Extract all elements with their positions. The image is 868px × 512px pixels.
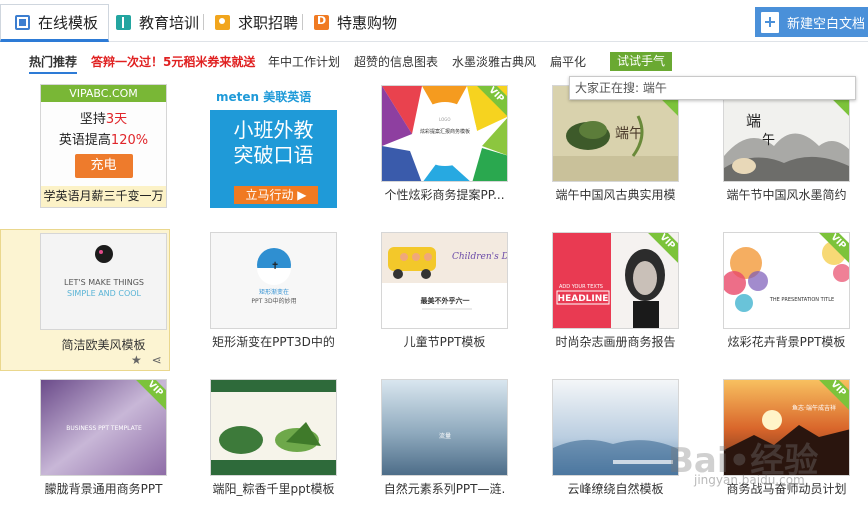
tab-jobs[interactable]: 求职招聘 bbox=[215, 6, 298, 38]
tab-label: 在线模板 bbox=[38, 13, 99, 32]
thumb-text: PPT 3D中的妙用 bbox=[251, 297, 296, 305]
tab-shopping[interactable]: 特惠购物 bbox=[314, 6, 397, 38]
tab-education[interactable]: 教育培训 bbox=[116, 6, 199, 38]
template-caption: 自然元素系列PPT—涟. bbox=[383, 482, 506, 496]
ad-headline-1: 小班外教 bbox=[233, 118, 314, 142]
svg-text:✝: ✝ bbox=[271, 261, 279, 272]
new-document-icon bbox=[761, 11, 779, 33]
thumb-text: 矩形渐变在 bbox=[259, 288, 289, 296]
new-blank-label: 新建空白文档 bbox=[787, 16, 866, 32]
template-thumbnail[interactable]: BUSINESS PPT TEMPLATE VIP bbox=[40, 379, 167, 476]
template-card[interactable]: 端午 VIP 端午中国风古典实用模 bbox=[512, 80, 682, 222]
template-card[interactable]: BUSINESS PPT TEMPLATE VIP 朦胧背景通用商务PPT bbox=[0, 374, 170, 512]
svg-text:午: 午 bbox=[762, 133, 775, 148]
svg-text:LOGO: LOGO bbox=[439, 117, 450, 122]
star-icon[interactable]: ★ bbox=[131, 353, 142, 367]
ad-brand-logo: meten 美联英语 bbox=[210, 84, 337, 110]
tab-label: 求职招聘 bbox=[238, 13, 299, 32]
template-card[interactable]: Children's Day 最美不外乎六一 儿童节PPT模板 bbox=[341, 227, 511, 369]
template-caption: 简洁欧美风模板 bbox=[61, 338, 146, 352]
template-thumbnail[interactable]: THE PRESENTATION TITLE VIP bbox=[723, 232, 850, 329]
ad-charge-button[interactable]: 充电 bbox=[74, 154, 133, 178]
filter-ink-style[interactable]: 水墨淡雅古典风 bbox=[452, 53, 536, 70]
tab-label: 特惠购物 bbox=[337, 13, 398, 32]
template-caption: 矩形渐变在PPT3D中的 bbox=[212, 335, 335, 349]
filter-promo-link[interactable]: 答辩一次过！5元稻米券来就送 bbox=[91, 53, 255, 70]
card-actions: ★ ⋖ bbox=[131, 353, 162, 367]
template-thumbnail[interactable]: Children's Day 最美不外乎六一 bbox=[381, 232, 508, 329]
ad-headline-2: 突破口语 bbox=[233, 143, 314, 167]
template-caption: 时尚杂志画册商务报告 bbox=[555, 335, 676, 349]
ad-caption: 学英语月薪三千变一万 bbox=[41, 186, 166, 207]
new-blank-document-button[interactable]: 新建空白文档 bbox=[755, 7, 868, 37]
thumb-text: LET'S MAKE THINGS bbox=[64, 278, 144, 287]
template-card[interactable]: ADD YOUR TEXTS HEADLINE VIP 时尚杂志画册商务报告 bbox=[512, 227, 682, 369]
search-suggestion[interactable]: 大家正在搜: 端午 bbox=[569, 76, 856, 100]
svg-text:端午: 端午 bbox=[615, 126, 643, 142]
template-caption: 炫彩花卉背景PPT模板 bbox=[727, 335, 846, 349]
thumb-text: 最美不外乎六一 bbox=[421, 296, 470, 305]
thumb-title: 炫彩提案汇报商务模板 bbox=[420, 128, 470, 135]
template-caption: 端午节中国风水墨简约 bbox=[726, 188, 847, 202]
baidu-watermark: Bai•经验 jingyan.baidu.com bbox=[668, 415, 868, 512]
template-thumbnail[interactable]: 炫彩提案汇报商务模板 LOGO VIP bbox=[381, 85, 508, 182]
template-card[interactable]: 流量 自然元素系列PPT—涟. bbox=[341, 374, 511, 512]
template-thumbnail[interactable] bbox=[210, 379, 337, 476]
try-luck-button[interactable]: 试试手气 bbox=[610, 52, 672, 71]
template-caption: 云峰缭绕自然模板 bbox=[567, 482, 664, 496]
ad-vipabc[interactable]: VIPABC.COM 坚持3天 英语提高120% 充电 学英语月薪三千变一万 bbox=[40, 84, 167, 208]
category-filter-bar: 热门推荐 答辩一次过！5元稻米券来就送 年中工作计划 超赞的信息图表 水墨淡雅古… bbox=[0, 42, 868, 78]
svg-text:Children's Day: Children's Day bbox=[452, 252, 508, 262]
template-caption: 儿童节PPT模板 bbox=[403, 335, 486, 349]
template-thumbnail[interactable]: ADD YOUR TEXTS HEADLINE VIP bbox=[552, 232, 679, 329]
svg-text:端: 端 bbox=[746, 112, 761, 130]
thumb-text: 鱼志·端午成吉祥 bbox=[792, 404, 836, 412]
ad-cta-button[interactable]: 立马行动 ▶ bbox=[234, 186, 318, 204]
template-card[interactable]: 云峰缭绕自然模板 bbox=[512, 374, 682, 512]
template-card-selected[interactable]: LET'S MAKE THINGS SIMPLE AND COOL 简洁欧美风模… bbox=[0, 229, 170, 371]
template-card[interactable]: 端阳_粽香千里ppt模板 bbox=[170, 374, 340, 512]
filter-flat[interactable]: 扁平化 bbox=[550, 53, 586, 70]
template-card[interactable]: THE PRESENTATION TITLE VIP 炫彩花卉背景PPT模板 bbox=[683, 227, 853, 369]
ad-domain: VIPABC.COM bbox=[41, 85, 166, 102]
template-thumbnail[interactable] bbox=[552, 379, 679, 476]
thumb-text: ADD YOUR TEXTS bbox=[559, 284, 603, 290]
online-template-icon bbox=[15, 14, 30, 30]
filter-infographics[interactable]: 超赞的信息图表 bbox=[354, 53, 438, 70]
watermark-sub: jingyan.baidu.com bbox=[694, 473, 805, 487]
template-caption: 端午中国风古典实用模 bbox=[555, 188, 676, 202]
ad-meten[interactable]: meten 美联英语 小班外教 突破口语 立马行动 ▶ bbox=[210, 84, 337, 208]
tab-label: 教育培训 bbox=[139, 13, 200, 32]
education-icon bbox=[116, 14, 131, 30]
template-gallery-window: 在线模板 教育培训 求职招聘 特惠购物 新建空白文档 热门推荐 答辩一次过！5元… bbox=[0, 0, 868, 512]
tab-divider bbox=[302, 14, 303, 30]
thumb-text: THE PRESENTATION TITLE bbox=[769, 297, 834, 303]
share-icon[interactable]: ⋖ bbox=[152, 353, 162, 367]
tab-divider bbox=[203, 14, 204, 30]
template-card[interactable]: 炫彩提案汇报商务模板 LOGO VIP 个性炫彩商务提案PP... bbox=[341, 80, 511, 222]
template-card[interactable]: ✝ 矩形渐变在 PPT 3D中的妙用 矩形渐变在PPT3D中的 bbox=[170, 227, 340, 369]
ad-line-1: 坚持3天 bbox=[79, 112, 128, 127]
ad-line-2: 英语提高120% bbox=[58, 133, 149, 148]
template-caption: 端阳_粽香千里ppt模板 bbox=[212, 482, 335, 496]
thumb-text: HEADLINE bbox=[558, 294, 609, 304]
template-caption: 个性炫彩商务提案PP... bbox=[384, 188, 505, 202]
job-icon bbox=[215, 14, 230, 30]
template-card[interactable]: 端 午 VIP 端午节中国风水墨简约 bbox=[683, 80, 853, 222]
template-thumbnail[interactable]: ✝ 矩形渐变在 PPT 3D中的妙用 bbox=[210, 232, 337, 329]
tab-online-templates[interactable]: 在线模板 bbox=[0, 4, 110, 42]
template-thumbnail[interactable]: 流量 bbox=[381, 379, 508, 476]
thumb-text: SIMPLE AND COOL bbox=[67, 289, 142, 298]
thumb-text: 流量 bbox=[439, 432, 451, 440]
filter-midyear-plan[interactable]: 年中工作计划 bbox=[268, 53, 340, 70]
thumb-text: BUSINESS PPT TEMPLATE bbox=[66, 425, 142, 432]
top-tab-bar: 在线模板 教育培训 求职招聘 特惠购物 新建空白文档 bbox=[0, 0, 868, 42]
template-thumbnail[interactable]: LET'S MAKE THINGS SIMPLE AND COOL bbox=[40, 233, 167, 330]
shopping-icon bbox=[314, 14, 329, 30]
filter-hot[interactable]: 热门推荐 bbox=[29, 53, 78, 74]
template-caption: 朦胧背景通用商务PPT bbox=[44, 482, 163, 496]
